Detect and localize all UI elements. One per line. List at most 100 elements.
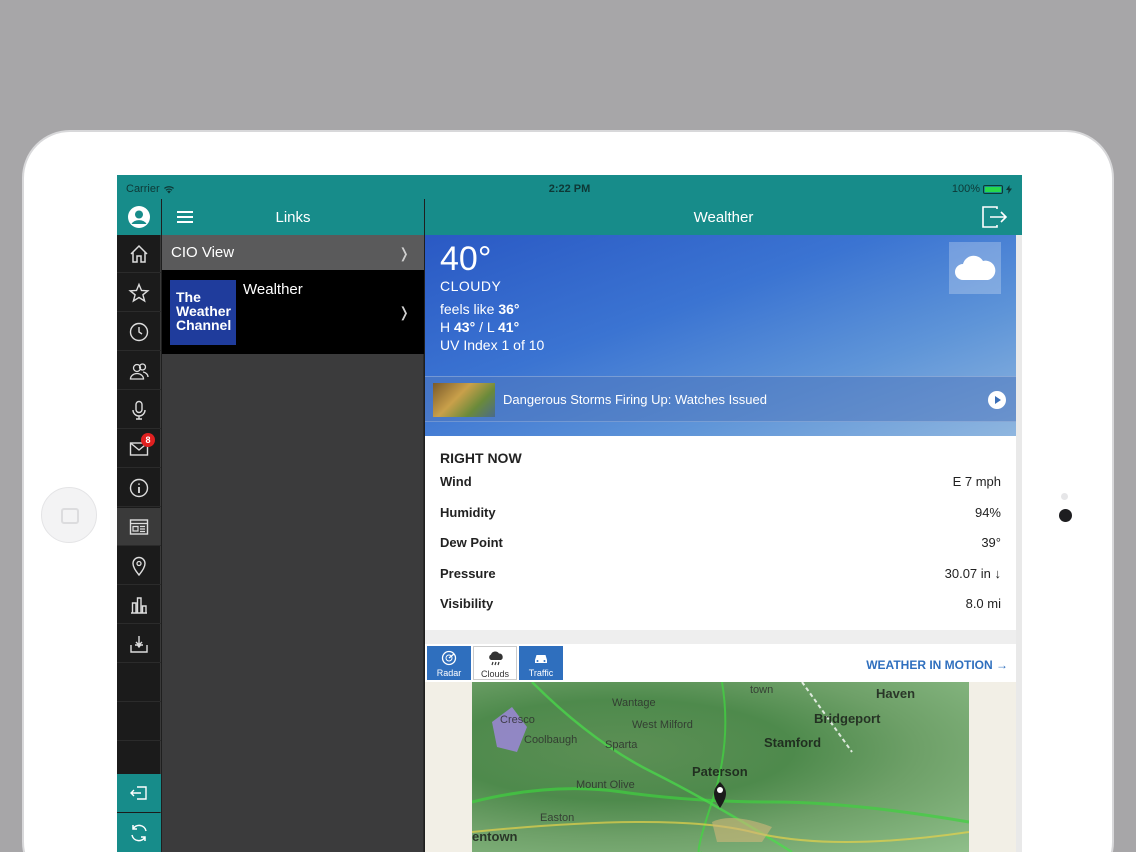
high-label: H [440, 319, 451, 335]
rail-item-contacts[interactable] [117, 352, 161, 390]
links-header: Links [162, 199, 424, 235]
content-header: Wealther [425, 199, 1022, 235]
link-item-weather[interactable]: The Weather Channel Wealther ❭ [162, 270, 424, 354]
map-place-label: Haven [876, 686, 916, 701]
cloud-rain-icon [489, 651, 503, 666]
detail-label: Wind [440, 474, 472, 489]
section-divider [425, 630, 1016, 644]
rail-item-downloads[interactable] [117, 625, 161, 663]
map-place-label: Mount Olive [576, 779, 635, 791]
news-video-link[interactable]: Dangerous Storms Firing Up: Watches Issu… [425, 376, 1016, 422]
link-item-label: CIO View [171, 244, 235, 261]
links-panel: Links CIO View ❭ The Weather Channel Wea… [162, 199, 424, 852]
detail-value: 94% [974, 505, 1001, 520]
tab-traffic[interactable]: Traffic [519, 646, 563, 680]
map-place-label: Coolbaugh [524, 734, 578, 746]
link-item-label: Wealther [243, 281, 303, 298]
weather-channel-logo: The Weather Channel [170, 280, 236, 345]
contacts-icon [129, 362, 149, 380]
avatar-icon[interactable] [127, 205, 151, 229]
rail-spacer [117, 664, 161, 702]
rail-item-reports[interactable] [117, 586, 161, 624]
weather-in-motion-link[interactable]: WEATHER IN MOTION → [866, 658, 1008, 672]
clock-time: 2:22 PM [548, 183, 591, 195]
low-label: / L [479, 319, 495, 335]
tab-label: Traffic [528, 668, 554, 678]
current-conditions: 40° CLOUDY feels like 36° H 43° / L 41° … [425, 235, 1016, 436]
detail-value: 39° [981, 535, 1001, 550]
camera [1059, 509, 1072, 522]
play-icon [988, 391, 1006, 409]
battery-icon [983, 184, 1003, 194]
logout-button[interactable] [117, 774, 161, 812]
star-icon [128, 282, 150, 303]
rail-item-location[interactable] [117, 547, 161, 585]
microphone-icon [132, 400, 146, 420]
news-thumbnail [433, 383, 495, 417]
links-title: Links [275, 209, 311, 226]
detail-value: E 7 mph [952, 474, 1001, 489]
map-place-label: Paterson [692, 764, 748, 779]
map-place-label: Easton [540, 812, 575, 824]
feels-like-label: feels like [440, 301, 495, 317]
feels-like: feels like 36° [440, 301, 520, 317]
detail-label: Pressure [440, 566, 496, 581]
radar-map[interactable]: Cresco Coolbaugh Sparta West Milford Wan… [472, 682, 969, 852]
tab-label: Clouds [480, 669, 509, 679]
map-place-label: entown [472, 829, 518, 844]
news-headline: Dangerous Storms Firing Up: Watches Issu… [503, 392, 767, 407]
link-item-cio-view[interactable]: CIO View ❭ [162, 235, 424, 270]
map-place-label: Cresco [500, 714, 535, 726]
rail-item-favorites[interactable] [117, 274, 161, 312]
rail-top [117, 199, 161, 235]
map-place-label: Wantage [612, 697, 656, 709]
info-icon [129, 478, 149, 497]
rail-spacer [117, 703, 161, 741]
low-value: 41° [498, 319, 520, 335]
map-margin [425, 682, 472, 852]
detail-label: Humidity [440, 505, 496, 520]
chevron-right-icon: ❭ [398, 245, 410, 261]
high-value: 43° [454, 319, 476, 335]
detail-label: Visibility [440, 596, 494, 611]
download-tray-icon [130, 635, 148, 653]
content-pane: Wealther 40° CLOUDY feels like 36° H 43°… [425, 199, 1022, 852]
rail-item-info[interactable] [117, 469, 161, 507]
chevron-right-icon: ❭ [398, 304, 410, 320]
uv-index: UV Index 1 of 10 [440, 337, 545, 353]
rail-item-voice[interactable] [117, 391, 161, 429]
current-temperature: 40° [440, 240, 492, 278]
home-button[interactable] [41, 487, 97, 543]
icon-rail: 8 [117, 199, 161, 852]
logo-line: Weather [176, 303, 231, 319]
status-bar: Carrier 2:22 PM 100% [117, 175, 1022, 199]
home-button-icon [61, 508, 79, 524]
clock-icon [129, 322, 149, 341]
detail-label: Dew Point [440, 535, 503, 550]
rail-item-mail[interactable]: 8 [117, 430, 161, 468]
tab-radar[interactable]: Radar [427, 646, 471, 680]
logo-line: Channel [176, 317, 232, 333]
home-icon [130, 244, 148, 263]
sensor [1061, 493, 1068, 500]
map-place-label: Bridgeport [814, 711, 881, 726]
feels-like-value: 36° [498, 301, 520, 317]
battery-status: 100% [952, 183, 1012, 195]
bar-chart-icon [131, 596, 147, 614]
high-low: H 43° / L 41° [440, 319, 519, 335]
rail-item-home[interactable] [117, 235, 161, 273]
tab-clouds[interactable]: Clouds [473, 646, 517, 680]
refresh-button[interactable] [117, 813, 161, 852]
exit-icon[interactable] [980, 205, 1008, 229]
rail-item-history[interactable] [117, 313, 161, 351]
car-icon [535, 655, 547, 663]
charging-icon [1006, 184, 1012, 194]
content-scrollbar[interactable] [1016, 235, 1022, 852]
tab-label: Radar [436, 668, 462, 678]
map-margin [969, 682, 1016, 852]
location-pin-icon [132, 556, 146, 576]
detail-value: 30.07 in ↓ [944, 566, 1001, 581]
map-place-label: Stamford [764, 735, 822, 750]
rail-item-news[interactable] [117, 508, 161, 546]
condition-icon-box [949, 242, 1001, 294]
